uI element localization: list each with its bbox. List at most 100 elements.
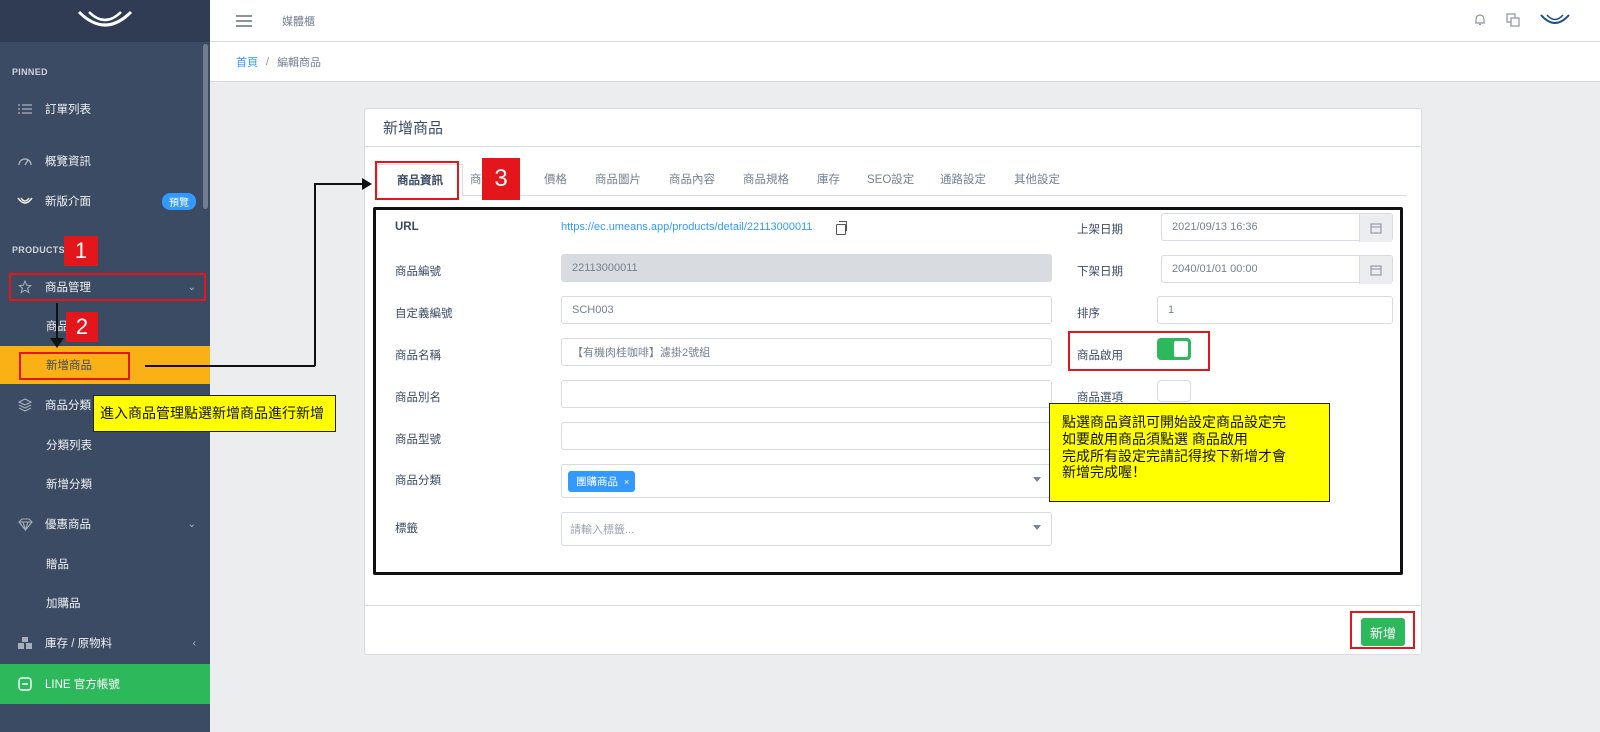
nav-section-products: PRODUCTS bbox=[12, 245, 65, 255]
speedometer-icon bbox=[16, 152, 34, 170]
category-tag: 團購商品 × bbox=[568, 470, 636, 492]
sku-field: 22113000011 bbox=[561, 254, 1052, 282]
caret-down-icon[interactable] bbox=[1033, 525, 1041, 530]
sidebar-item-gifts[interactable]: 贈品 bbox=[0, 545, 210, 583]
diamond-icon bbox=[16, 515, 34, 533]
end-date-input[interactable]: 2040/01/01 00:00 bbox=[1161, 255, 1393, 284]
breadcrumb-separator: / bbox=[266, 55, 270, 68]
sku-value: 22113000011 bbox=[572, 262, 638, 274]
sidebar-item-promotions[interactable]: 優惠商品 ⌄ bbox=[0, 505, 210, 543]
custom-number-label: 自定義編號 bbox=[395, 308, 453, 320]
sidebar-item-label: 商品分類 bbox=[45, 400, 91, 412]
tags-select[interactable]: 請輸入標籤... bbox=[561, 512, 1052, 546]
annotation-number-1: 1 bbox=[64, 236, 98, 266]
product-name-value: 【有機肉桂咖啡】濾掛2號組 bbox=[572, 347, 711, 359]
bell-icon[interactable] bbox=[1474, 13, 1486, 29]
sidebar-item-overview[interactable]: 概覽資訊 bbox=[0, 142, 210, 180]
layers-icon bbox=[16, 396, 34, 414]
nav-section-pinned: PINNED bbox=[12, 67, 48, 77]
annotation-connector bbox=[314, 183, 366, 185]
start-date-input[interactable]: 2021/09/13 16:36 bbox=[1161, 213, 1393, 242]
product-alias-input[interactable] bbox=[561, 380, 1052, 408]
annotation-box-add-product bbox=[19, 352, 130, 380]
annotation-arrow-down bbox=[56, 303, 58, 343]
brand-logo-icon bbox=[77, 10, 133, 27]
sidebar-item-label: 加購品 bbox=[46, 598, 81, 610]
sidebar-item-label: 訂單列表 bbox=[45, 104, 91, 116]
sidebar-item-inventory[interactable]: 庫存 / 原物料 ‹ bbox=[0, 624, 210, 662]
chevron-left-icon: ‹ bbox=[192, 637, 196, 649]
tab-seo[interactable]: SEO設定 bbox=[867, 164, 914, 196]
sidebar-item-orders[interactable]: 訂單列表 bbox=[0, 90, 210, 128]
product-url-link[interactable]: https://ec.umeans.app/products/detail/22… bbox=[561, 221, 813, 233]
sidebar-item-label: 分類列表 bbox=[46, 440, 92, 452]
boxes-icon bbox=[16, 634, 34, 652]
product-alias-label: 商品別名 bbox=[395, 392, 441, 404]
end-date-label: 下架日期 bbox=[1077, 266, 1123, 278]
breadcrumb: 首頁 / 編輯商品 bbox=[210, 42, 1600, 82]
sidebar-item-label: 新版介面 bbox=[45, 196, 91, 208]
card-footer: 新增 bbox=[365, 605, 1421, 655]
tab-images[interactable]: 商品圖片 bbox=[595, 164, 641, 196]
copy-icon[interactable] bbox=[836, 221, 847, 235]
sidebar-item-label: 庫存 / 原物料 bbox=[45, 638, 113, 650]
annotation-number-2: 2 bbox=[66, 312, 98, 342]
custom-number-input[interactable]: SCH003 bbox=[561, 296, 1052, 324]
sort-input[interactable]: 1 bbox=[1157, 296, 1393, 324]
sidebar-item-label: 新增分類 bbox=[46, 479, 92, 491]
caret-down-icon[interactable] bbox=[1033, 477, 1041, 482]
calendar-icon[interactable] bbox=[1359, 214, 1392, 242]
sidebar-item-line[interactable]: LINE 官方帳號 bbox=[0, 664, 210, 704]
remove-tag-icon[interactable]: × bbox=[624, 477, 629, 487]
note-line: 新增完成喔！ bbox=[1062, 464, 1146, 481]
tab-other[interactable]: 其他設定 bbox=[1014, 164, 1060, 196]
breadcrumb-home[interactable]: 首頁 bbox=[236, 54, 258, 70]
tab-price[interactable]: 價格 bbox=[544, 164, 567, 196]
breadcrumb-current: 編輯商品 bbox=[277, 56, 322, 69]
custom-number-value: SCH003 bbox=[572, 304, 614, 316]
sidebar-item-products[interactable]: 商品 bbox=[0, 307, 210, 345]
annotation-note-right: 點選商品資訊可開始設定商品設定完 如要啟用商品須點選 商品啟用 完成所有設定完請… bbox=[1049, 403, 1330, 502]
annotation-number-3: 3 bbox=[482, 158, 520, 200]
start-date-value: 2021/09/13 16:36 bbox=[1172, 221, 1258, 233]
tab-specs[interactable]: 商品規格 bbox=[743, 164, 789, 196]
sidebar-item-add-category[interactable]: 新增分類 bbox=[0, 465, 210, 503]
brand-logo[interactable] bbox=[0, 0, 210, 42]
tab-content[interactable]: 商品內容 bbox=[669, 164, 715, 196]
start-date-label: 上架日期 bbox=[1077, 224, 1123, 236]
tab-channels[interactable]: 通路設定 bbox=[940, 164, 986, 196]
note-line: 如要啟用商品須點選 商品啟用 bbox=[1062, 430, 1248, 447]
sidebar-item-label: 優惠商品 bbox=[45, 519, 91, 531]
end-date-value: 2040/01/01 00:00 bbox=[1172, 263, 1258, 275]
arrow-head-icon bbox=[50, 338, 64, 348]
note-line: 點選商品資訊可開始設定商品設定完 bbox=[1062, 414, 1286, 430]
annotation-connector bbox=[314, 183, 316, 366]
category-label: 商品分類 bbox=[395, 475, 441, 487]
product-model-input[interactable] bbox=[561, 422, 1052, 450]
url-label: URL bbox=[395, 221, 419, 233]
calendar-icon[interactable] bbox=[1359, 256, 1392, 284]
product-tabs: 商品資訊 商 價格 商品圖片 商品內容 商品規格 庫存 SEO設定 通路設定 其… bbox=[377, 164, 1407, 196]
product-model-label: 商品型號 bbox=[395, 434, 441, 446]
sidebar-item-addon[interactable]: 加購品 bbox=[0, 584, 210, 622]
product-name-input[interactable]: 【有機肉桂咖啡】濾掛2號組 bbox=[561, 338, 1052, 366]
tags-placeholder: 請輸入標籤... bbox=[570, 524, 635, 536]
top-header: 媒體櫃 bbox=[210, 0, 1600, 42]
card-title: 新增商品 bbox=[365, 109, 1421, 147]
preview-badge: 預覽 bbox=[162, 192, 196, 210]
brand-logo-icon[interactable] bbox=[1540, 13, 1570, 30]
category-tag-label: 團購商品 bbox=[576, 475, 618, 488]
tab-inventory[interactable]: 庫存 bbox=[817, 164, 840, 196]
hamburger-menu-icon[interactable] bbox=[236, 14, 252, 27]
media-library-link[interactable]: 媒體櫃 bbox=[282, 13, 315, 29]
sidebar-item-label: LINE 官方帳號 bbox=[45, 679, 120, 691]
language-icon[interactable] bbox=[1506, 12, 1520, 30]
sidebar-item-label: 贈品 bbox=[46, 559, 69, 571]
options-toggle[interactable] bbox=[1157, 380, 1191, 402]
tab-partial[interactable]: 商 bbox=[470, 164, 482, 196]
sidebar-item-new-ui[interactable]: 新版介面 預覽 bbox=[0, 182, 210, 220]
annotation-box-product-management bbox=[9, 273, 206, 301]
annotation-box-add-button bbox=[1350, 611, 1415, 649]
sku-label: 商品編號 bbox=[395, 266, 441, 278]
category-select[interactable]: 團購商品 × bbox=[561, 464, 1052, 498]
